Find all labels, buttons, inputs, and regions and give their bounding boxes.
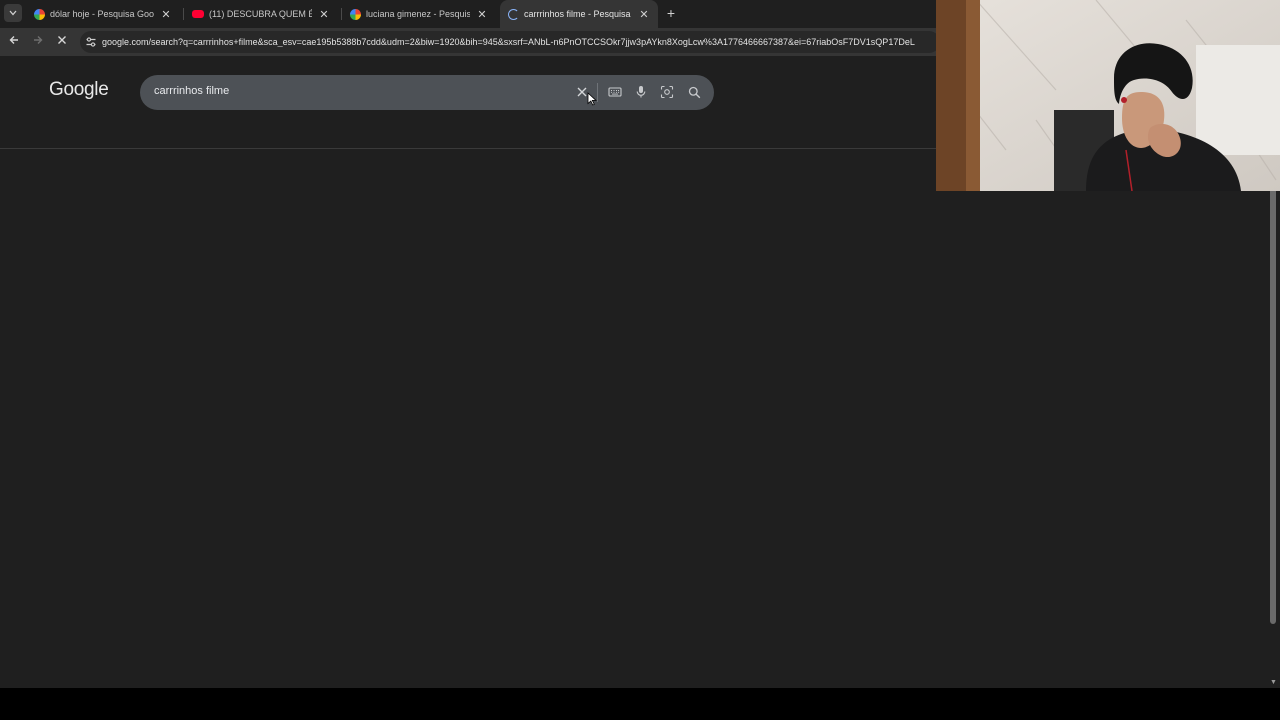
close-icon: [58, 36, 66, 44]
tab-search-button[interactable]: [4, 4, 22, 22]
scroll-down-arrow[interactable]: ▼: [1270, 679, 1278, 686]
tune-icon: [86, 37, 96, 47]
header-divider: [0, 148, 936, 149]
divider: [597, 83, 598, 102]
tab-title: dólar hoje - Pesquisa Google: [50, 9, 154, 19]
google-icon: [34, 8, 45, 20]
image-search-button[interactable]: [658, 83, 676, 101]
scrollbar[interactable]: [1270, 188, 1276, 624]
keyboard-icon: [608, 87, 622, 97]
search-box[interactable]: carrrinhos filme: [140, 75, 714, 110]
google-logo[interactable]: Google: [49, 79, 109, 101]
arrow-right-icon: [34, 36, 43, 44]
tab-carrrinhos-filme[interactable]: carrrinhos filme - Pesquisa Goo ✕: [500, 0, 658, 28]
address-bar[interactable]: google.com/search?q=carrrinhos+filme&sca…: [80, 31, 940, 53]
back-button[interactable]: [6, 34, 22, 50]
search-input[interactable]: carrrinhos filme: [154, 85, 229, 97]
tab-luciana-gimenez[interactable]: luciana gimenez - Pesquisa Goo ✕: [342, 0, 496, 28]
chevron-down-icon: [9, 10, 17, 16]
arrow-left-icon: [9, 36, 18, 44]
close-icon[interactable]: ✕: [476, 8, 488, 21]
forward-button[interactable]: [30, 34, 46, 50]
microphone-icon: [636, 86, 646, 98]
tab-title: (11) DESCUBRA QUEM É O IMP: [209, 9, 312, 19]
tab-youtube[interactable]: (11) DESCUBRA QUEM É O IMP ✕: [184, 0, 338, 28]
close-icon[interactable]: ✕: [160, 8, 172, 21]
youtube-icon: [192, 10, 204, 18]
stop-loading-button[interactable]: [54, 34, 70, 50]
webcam-overlay: [936, 0, 1280, 191]
search-icon: [688, 86, 700, 98]
close-icon[interactable]: ✕: [638, 8, 650, 21]
close-icon[interactable]: ✕: [318, 8, 330, 21]
keyboard-button[interactable]: [606, 83, 624, 101]
loading-icon: [508, 8, 519, 20]
google-icon: [350, 8, 361, 20]
tab-title: carrrinhos filme - Pesquisa Goo: [524, 9, 632, 19]
tab-dolar-hoje[interactable]: dólar hoje - Pesquisa Google ✕: [26, 0, 180, 28]
bottom-black-bar: [0, 688, 1280, 720]
site-info-button[interactable]: [80, 31, 102, 53]
new-tab-button[interactable]: +: [664, 5, 678, 21]
camera-lens-icon: [660, 85, 674, 99]
voice-search-button[interactable]: [632, 83, 650, 101]
mouse-cursor-icon: [587, 92, 597, 106]
search-button[interactable]: [685, 83, 703, 101]
url-text: google.com/search?q=carrrinhos+filme&sca…: [102, 37, 915, 47]
tab-title: luciana gimenez - Pesquisa Goo: [366, 9, 470, 19]
webcam-feed-image: [936, 0, 1280, 191]
